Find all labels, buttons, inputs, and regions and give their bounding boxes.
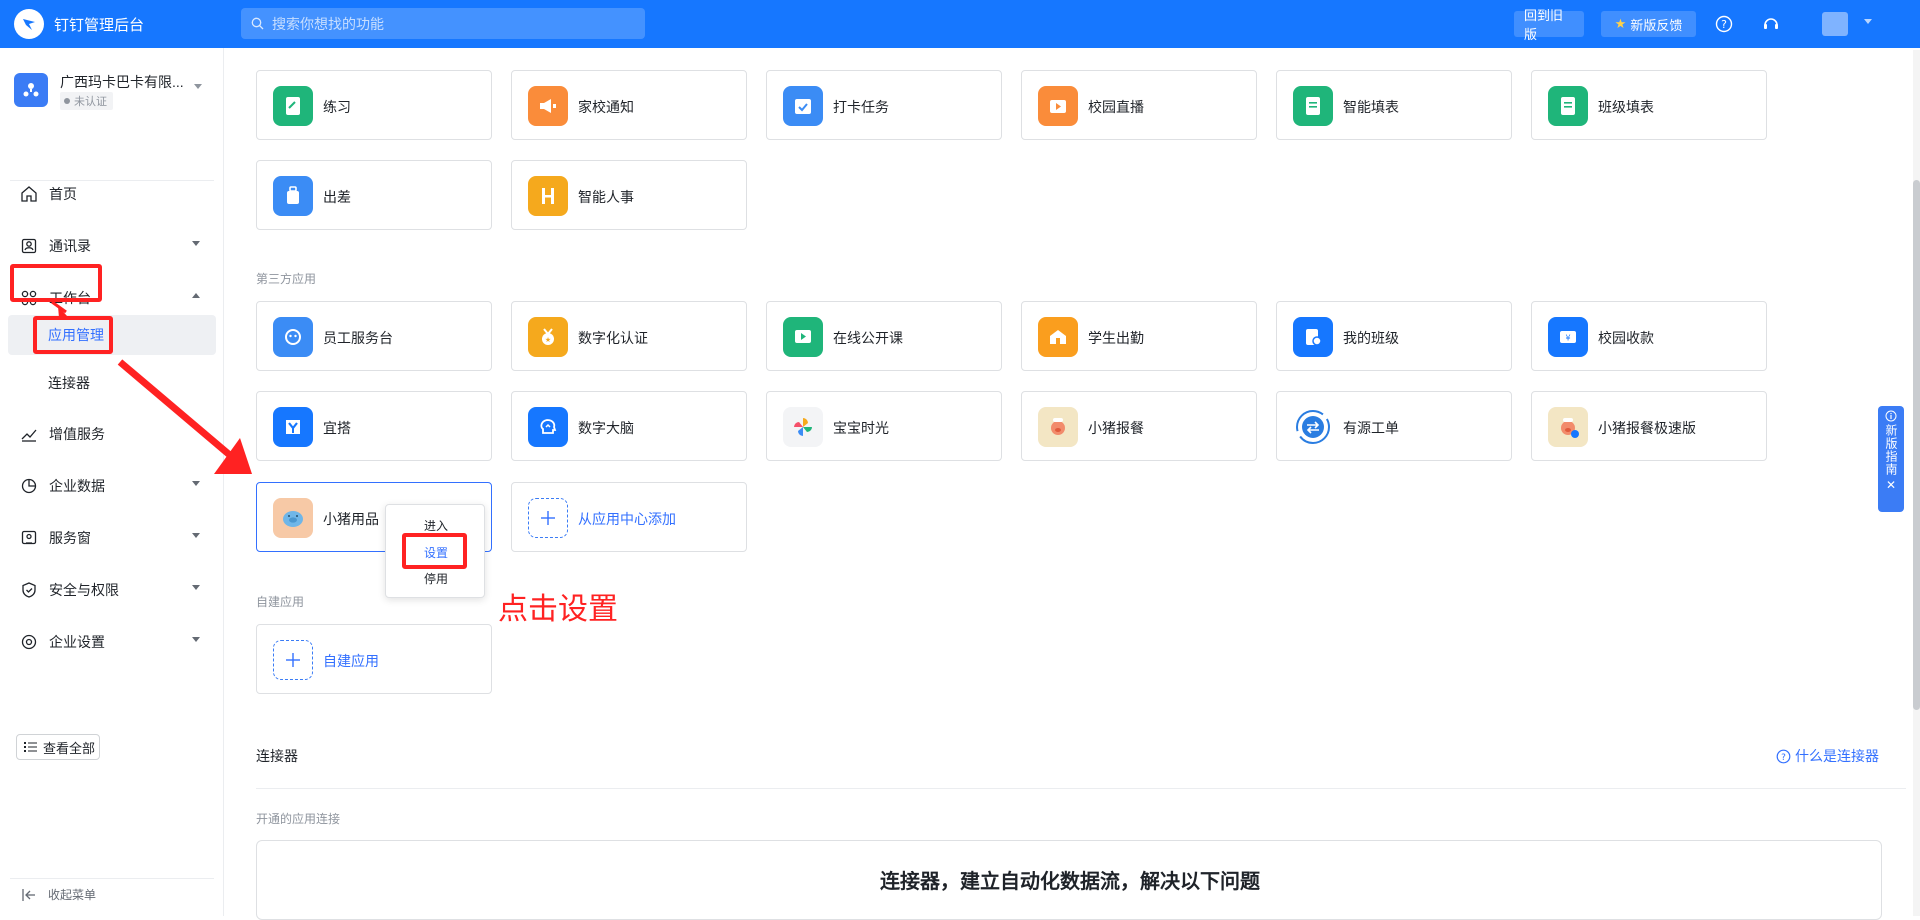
info-icon xyxy=(1885,410,1897,422)
annotation-arrows xyxy=(51,300,252,474)
annotation-text: 点击设置 xyxy=(498,593,618,626)
scrollbar-thumb[interactable] xyxy=(1913,180,1920,710)
close-icon[interactable]: ✕ xyxy=(1886,478,1896,492)
new-version-guide[interactable]: 新版指南 ✕ xyxy=(1878,406,1904,512)
guide-label: 新版指南 xyxy=(1884,424,1898,476)
